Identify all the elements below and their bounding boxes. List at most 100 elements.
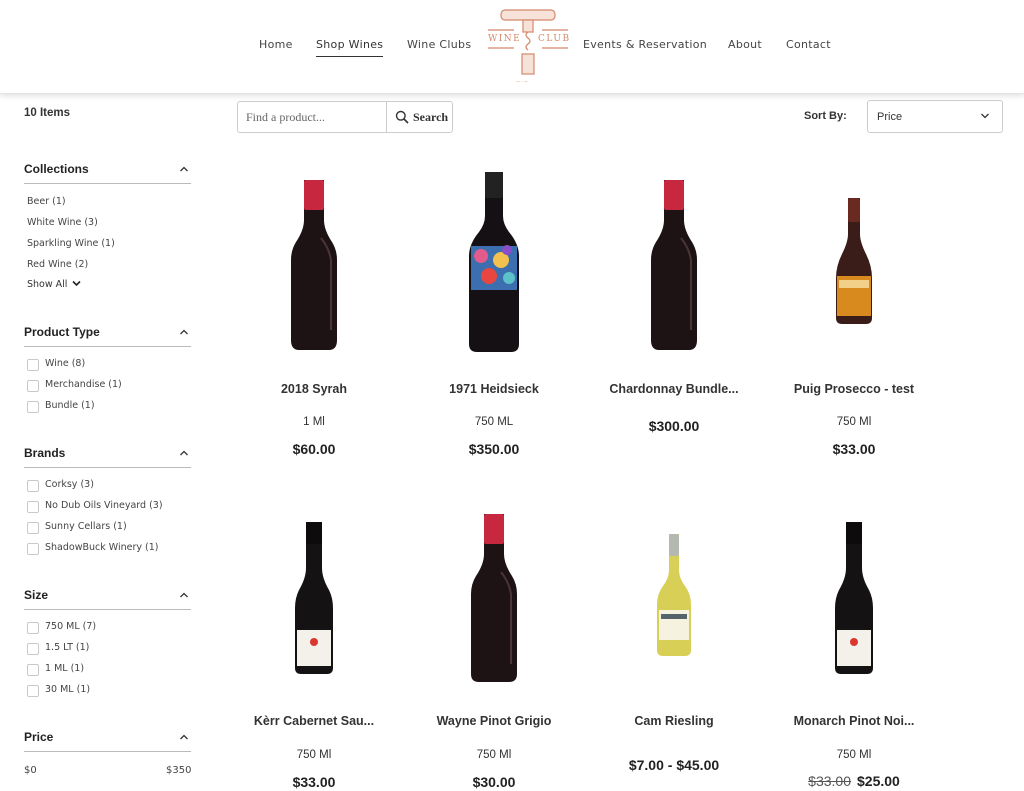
product-price: $33.00	[832, 441, 876, 457]
svg-text:— · —: — · —	[516, 79, 528, 84]
price-max-label: $350	[166, 765, 192, 776]
nav-home[interactable]: Home	[259, 38, 293, 51]
product-size: 750 Ml	[296, 749, 332, 761]
chevron-up-icon	[180, 450, 188, 456]
product-card[interactable]: 2018 Syrah 1 Ml $60.00	[229, 168, 399, 468]
product-name: Cam Riesling	[634, 714, 714, 728]
nav-wine-clubs[interactable]: Wine Clubs	[407, 38, 471, 51]
sort-label: Sort By:	[804, 110, 847, 122]
facet-collections-header[interactable]: Collections	[24, 162, 191, 184]
product-name: Kèrr Cabernet Sau...	[253, 714, 375, 728]
logo-text-right: CLUB	[538, 34, 571, 44]
checkbox[interactable]	[27, 622, 39, 634]
checkbox-label: 1.5 LT (1)	[45, 642, 90, 653]
nav-events-reservation[interactable]: Events & Reservation	[583, 38, 707, 51]
wine-bottle-image	[836, 198, 872, 324]
chevron-down-icon	[72, 280, 82, 287]
price-min-label: $0	[24, 765, 37, 776]
corkscrew-icon: — · —	[488, 9, 568, 84]
product-name: Wayne Pinot Grigio	[436, 714, 552, 728]
checkbox[interactable]	[27, 543, 39, 555]
facet-title: Brands	[24, 446, 66, 460]
collection-option[interactable]: Red Wine (2)	[27, 259, 88, 270]
product-card[interactable]: 1971 Heidsieck 750 ML $350.00	[409, 168, 579, 468]
checkbox[interactable]	[27, 685, 39, 697]
product-card[interactable]: Cam Riesling $7.00 - $45.00	[589, 512, 759, 791]
wine-bottle-image	[471, 514, 517, 682]
items-count: 10 Items	[24, 107, 71, 119]
sort-selected-value: Price	[877, 111, 903, 123]
wine-bottle-image	[469, 172, 519, 352]
checkbox[interactable]	[27, 643, 39, 655]
wine-bottle-image	[295, 522, 333, 674]
nav-active-underline	[316, 56, 383, 57]
product-card[interactable]: Puig Prosecco - test 750 Ml $33.00	[769, 168, 939, 468]
facet-title: Product Type	[24, 325, 100, 339]
product-card[interactable]: Chardonnay Bundle... $300.00	[589, 168, 759, 468]
product-card[interactable]: Wayne Pinot Grigio 750 Ml $30.00	[409, 512, 579, 791]
product-card[interactable]: Monarch Pinot Noi... 750 Ml $33.00 $25.00	[769, 512, 939, 791]
product-name: 1971 Heidsieck	[449, 382, 539, 396]
collection-option[interactable]: Sparkling Wine (1)	[27, 238, 115, 249]
checkbox-label: Bundle (1)	[45, 400, 95, 411]
checkbox[interactable]	[27, 359, 39, 371]
checkbox-label: 1 ML (1)	[45, 663, 85, 674]
checkbox[interactable]	[27, 664, 39, 676]
product-size: 750 Ml	[836, 749, 872, 761]
checkbox-label: Merchandise (1)	[45, 379, 122, 390]
checkbox[interactable]	[27, 501, 39, 513]
logo-text-left: WINE	[488, 34, 522, 44]
product-old-price: $33.00	[808, 773, 851, 789]
site-logo[interactable]: — · — WINE CLUB	[484, 6, 572, 86]
wine-bottle-image	[657, 534, 691, 656]
product-price: $300.00	[648, 418, 700, 434]
show-all-link[interactable]: Show All	[27, 279, 82, 290]
checkbox[interactable]	[27, 522, 39, 534]
search-button-label: Search	[413, 110, 449, 124]
product-size: 1 Ml	[303, 416, 325, 428]
product-sale-price: $25.00	[857, 773, 900, 789]
product-size: 750 ML	[474, 416, 514, 428]
product-card[interactable]: Kèrr Cabernet Sau... 750 Ml $33.00	[229, 512, 399, 791]
facet-brands-header[interactable]: Brands	[24, 446, 191, 468]
product-size: 750 Ml	[476, 749, 512, 761]
checkbox-label: No Dub Oils Vineyard (3)	[45, 500, 163, 511]
checkbox[interactable]	[27, 401, 39, 413]
chevron-up-icon	[180, 592, 188, 598]
product-price: $30.00	[472, 774, 516, 790]
sort-select[interactable]: Price	[867, 100, 1003, 133]
nav-shop-wines[interactable]: Shop Wines	[316, 38, 383, 51]
facet-product-type-header[interactable]: Product Type	[24, 325, 191, 347]
product-price: $7.00 - $45.00	[628, 757, 720, 773]
product-name: Monarch Pinot Noi...	[793, 714, 915, 728]
collection-option[interactable]: White Wine (3)	[27, 217, 98, 228]
checkbox-label: 750 ML (7)	[45, 621, 97, 632]
checkbox-label: Sunny Cellars (1)	[45, 521, 127, 532]
checkbox-label: Wine (8)	[45, 358, 86, 369]
checkbox-label: 30 ML (1)	[45, 684, 91, 695]
checkbox-label: ShadowBuck Winery (1)	[45, 542, 159, 553]
product-price: $33.00 $25.00	[769, 773, 939, 789]
checkbox[interactable]	[27, 380, 39, 392]
chevron-up-icon	[180, 329, 188, 335]
search-input[interactable]	[237, 101, 387, 133]
facet-title: Collections	[24, 162, 89, 176]
facet-size-header[interactable]: Size	[24, 588, 191, 610]
nav-contact[interactable]: Contact	[786, 38, 831, 51]
search-icon	[395, 110, 409, 124]
wine-bottle-image	[835, 522, 873, 674]
product-price: $60.00	[292, 441, 336, 457]
search-button[interactable]: Search	[386, 101, 453, 133]
chevron-down-icon	[981, 113, 989, 119]
site-header: Home Shop Wines Wine Clubs — · — WINE CL…	[0, 0, 1024, 94]
nav-about[interactable]: About	[728, 38, 762, 51]
facet-title: Price	[24, 730, 54, 744]
collection-option[interactable]: Beer (1)	[27, 196, 66, 207]
product-price: $350.00	[468, 441, 520, 457]
facet-price-header[interactable]: Price	[24, 730, 191, 752]
wine-bottle-image	[291, 180, 337, 350]
chevron-up-icon	[180, 166, 188, 172]
show-all-label: Show All	[27, 279, 68, 290]
product-name: Puig Prosecco - test	[793, 382, 915, 396]
checkbox[interactable]	[27, 480, 39, 492]
